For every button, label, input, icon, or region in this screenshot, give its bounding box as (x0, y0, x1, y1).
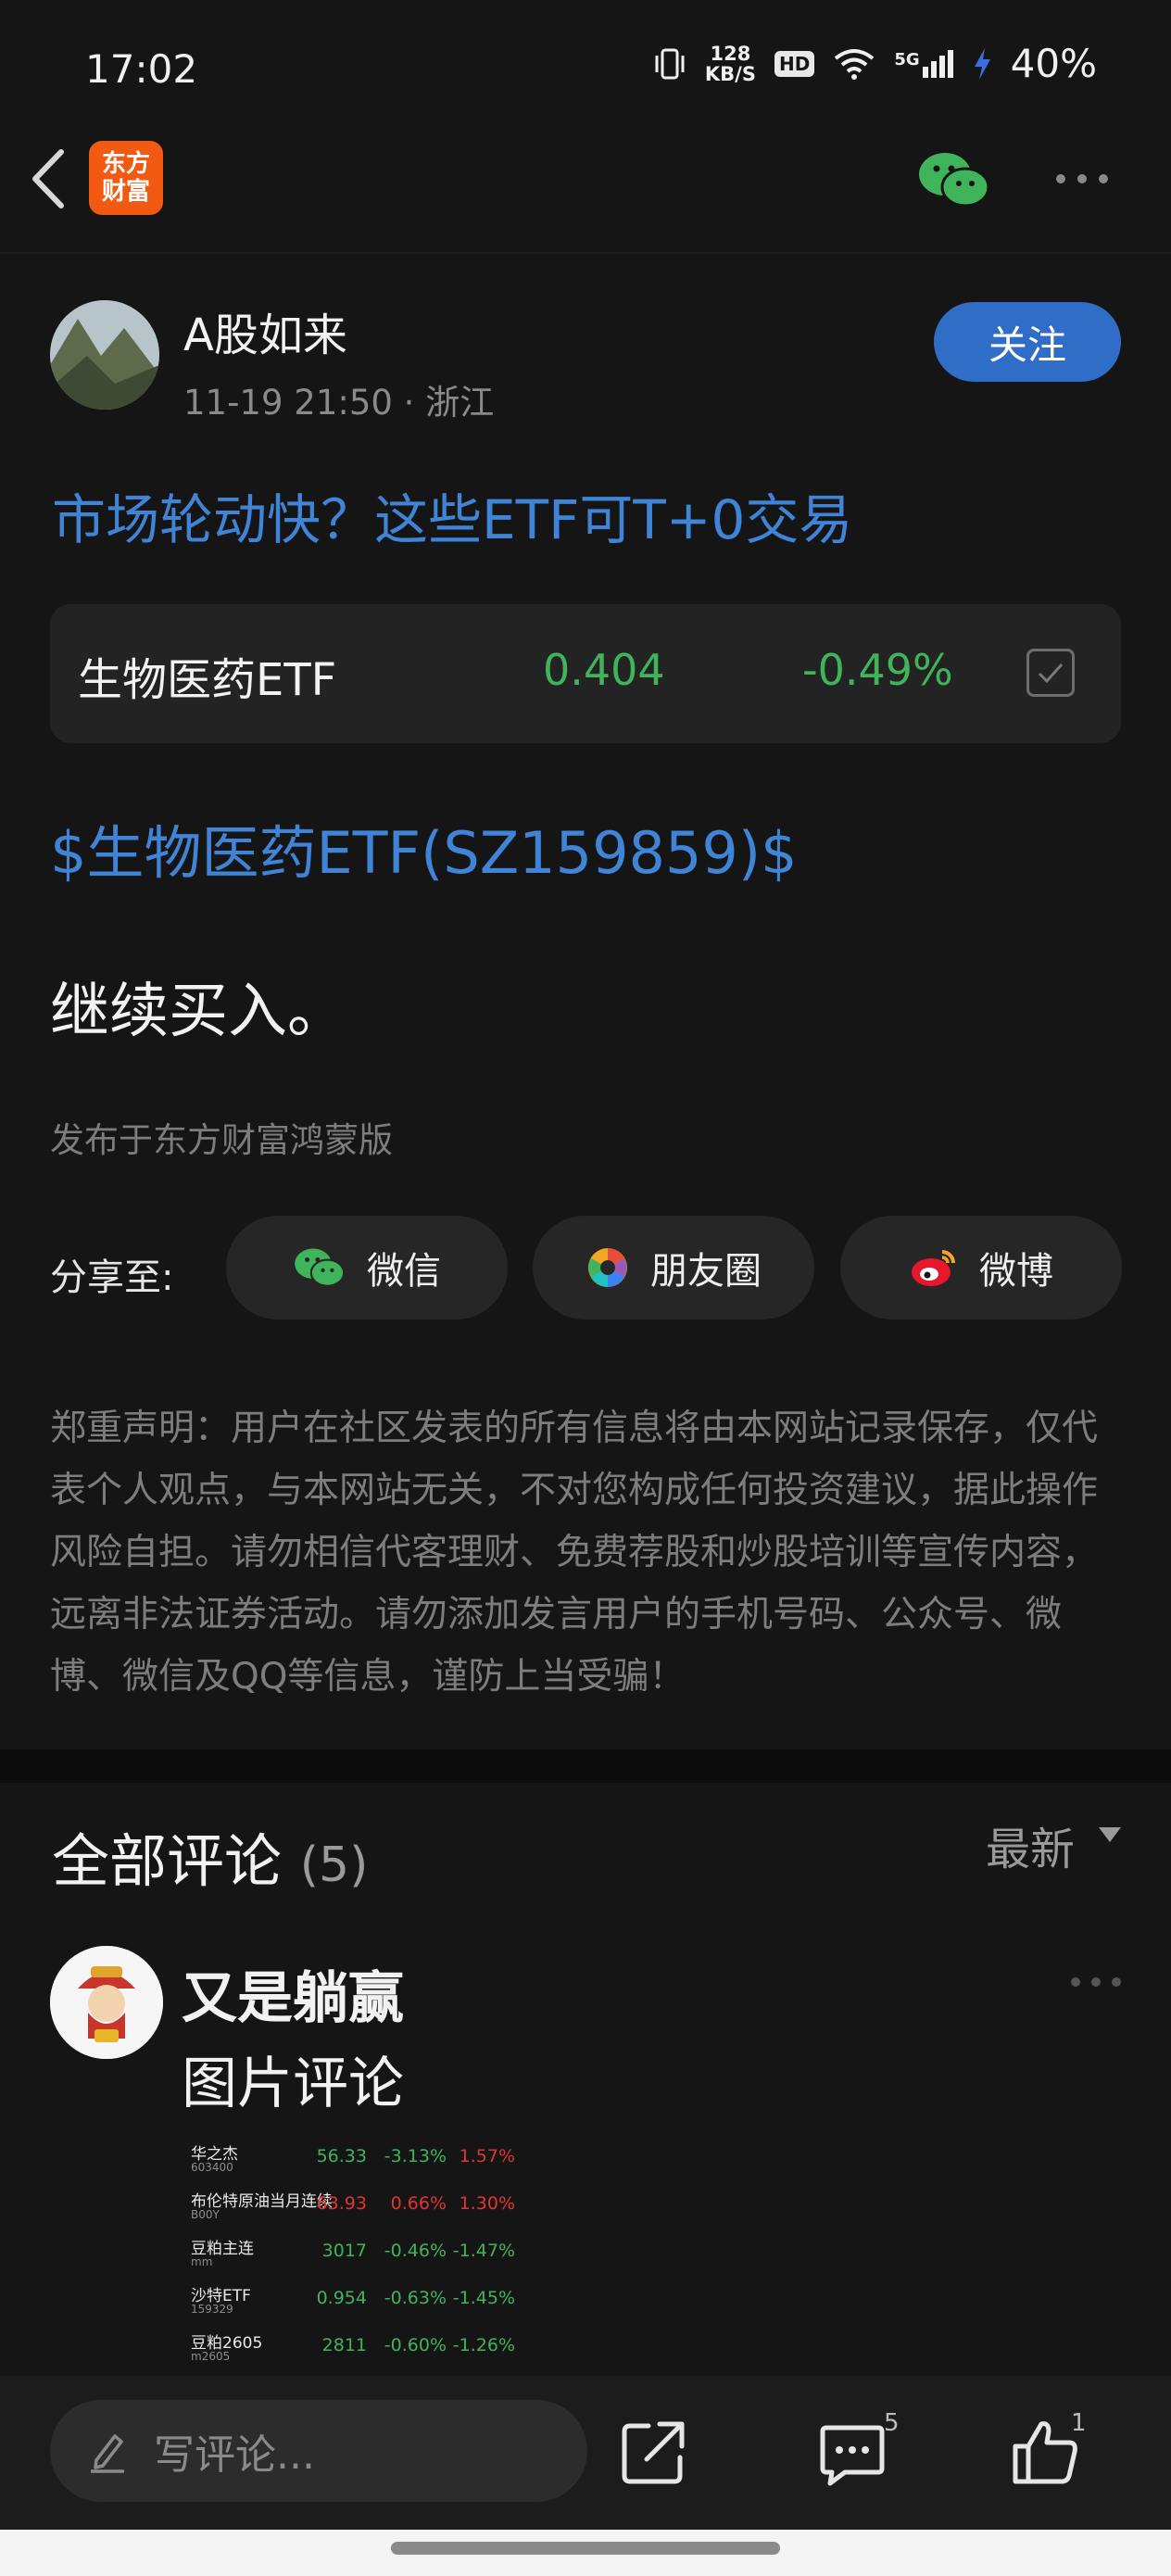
quote-row: 布伦特原油当月连续 B00Y 63.93 0.66% 1.30% (182, 2184, 543, 2231)
comment-input[interactable]: 写评论... (50, 2400, 587, 2502)
share-icon[interactable] (619, 2417, 689, 2487)
quote-pct: 1.30% (459, 2193, 515, 2214)
quote-change: 0.66% (390, 2193, 447, 2214)
weibo-icon (912, 1250, 955, 1286)
quote-row: 沙特ETF 159329 0.954 -0.63% -1.45% (182, 2279, 543, 2326)
stock-price: 0.404 (543, 645, 665, 695)
quote-change: -0.46% (384, 2241, 447, 2261)
battery-percent: 40% (1010, 41, 1097, 86)
post-title[interactable]: 市场轮动快？这些ETF可T+0交易 (52, 476, 852, 554)
post-body: 继续买入。 (50, 978, 346, 1046)
quote-code: 159329 (191, 2303, 233, 2316)
share-weibo-button[interactable]: 微博 (840, 1216, 1122, 1320)
comment-text: 图片评论 (182, 2052, 404, 2116)
author-name[interactable]: A股如来 (183, 298, 347, 363)
status-icons: 128 KB/S HD 5G 40% (653, 41, 1097, 86)
signal-icon: 5G (894, 49, 953, 78)
home-gesture-bar[interactable] (391, 2542, 780, 2555)
wechat-icon[interactable] (917, 148, 991, 211)
wifi-icon (835, 48, 875, 80)
post-meta: 11-19 21:50 · 浙江 (183, 374, 494, 424)
disclaimer: 郑重声明：用户在社区发表的所有信息将由本网站记录保存，仅代表个人观点，与本网站无… (50, 1408, 1099, 1698)
vibrate-icon (655, 48, 685, 79)
watchlist-check-icon[interactable] (1026, 649, 1075, 697)
quote-price: 0.954 (316, 2288, 367, 2308)
share-wechat-button[interactable]: 微信 (226, 1216, 508, 1320)
quote-code: 603400 (191, 2161, 233, 2174)
quote-change: -0.63% (384, 2288, 447, 2308)
quote-code: m2605 (191, 2350, 231, 2363)
thumbs-up-icon[interactable] (1010, 2417, 1080, 2487)
comment-image[interactable]: 华之杰 603400 56.33 -3.13% 1.57% 布伦特原油当月连续 B00Y 63… (182, 2137, 543, 2373)
share-moments-button[interactable]: 朋友圈 (533, 1216, 814, 1320)
publish-source: 发布于东方财富鸿蒙版 (50, 1120, 393, 1160)
post-date: 11-19 21:50 (183, 383, 393, 423)
post-location: · 浙江 (403, 383, 495, 423)
caret-down-icon[interactable] (1099, 1827, 1121, 1842)
back-icon[interactable] (26, 146, 72, 211)
charging-icon (974, 47, 990, 80)
quote-price: 2811 (321, 2335, 367, 2355)
hd-badge: HD (774, 50, 815, 77)
moments-icon (588, 1248, 627, 1287)
header-divider (0, 252, 1171, 254)
more-icon[interactable] (1056, 174, 1108, 183)
stock-tag-link[interactable]: $生物医药ETF(SZ159859)$ (50, 806, 798, 890)
comment-more-icon[interactable] (1071, 1977, 1121, 1987)
quote-code: mm (191, 2255, 213, 2268)
quote-pct: -1.45% (452, 2288, 515, 2308)
comments-count: (5) (299, 1837, 369, 1893)
comment-placeholder: 写评论... (154, 2431, 315, 2479)
quote-row: 豆粕2605 m2605 2811 -0.60% -1.26% (182, 2326, 543, 2373)
pencil-icon (91, 2434, 124, 2473)
like-count-badge: 1 (1071, 2409, 1087, 2437)
wechat-icon (295, 1248, 346, 1287)
quote-change: -0.60% (384, 2335, 447, 2355)
quote-row: 豆粕主连 mm 3017 -0.46% -1.47% (182, 2231, 543, 2279)
comment-count-badge: 5 (884, 2409, 900, 2437)
quote-pct: 1.57% (459, 2146, 515, 2166)
comment-icon[interactable] (817, 2418, 888, 2489)
quote-pct: -1.26% (452, 2335, 515, 2355)
quote-code: B00Y (191, 2208, 220, 2221)
quote-price: 3017 (321, 2241, 367, 2261)
commenter-avatar[interactable] (50, 1946, 163, 2059)
sort-dropdown[interactable]: 最新 (986, 1812, 1075, 1877)
follow-button[interactable]: 关注 (934, 302, 1121, 382)
quote-change: -3.13% (384, 2146, 447, 2166)
quote-row: 华之杰 603400 56.33 -3.13% 1.57% (182, 2137, 543, 2184)
stock-name: 生物医药ETF (78, 654, 337, 706)
section-divider (0, 1749, 1171, 1783)
status-time: 17:02 (85, 46, 198, 92)
quote-price: 63.93 (316, 2193, 367, 2214)
quote-pct: -1.47% (452, 2241, 515, 2261)
commenter-name[interactable]: 又是躺赢 (182, 1953, 404, 2034)
app-logo[interactable]: 东方 财富 (89, 141, 163, 215)
share-label: 分享至: (50, 1256, 174, 1299)
stock-change: -0.49% (802, 645, 953, 695)
net-speed: 128 KB/S (704, 42, 756, 85)
author-avatar[interactable] (50, 300, 159, 410)
quote-price: 56.33 (316, 2146, 367, 2166)
comments-title: 全部评论 (5) (52, 1827, 369, 1895)
